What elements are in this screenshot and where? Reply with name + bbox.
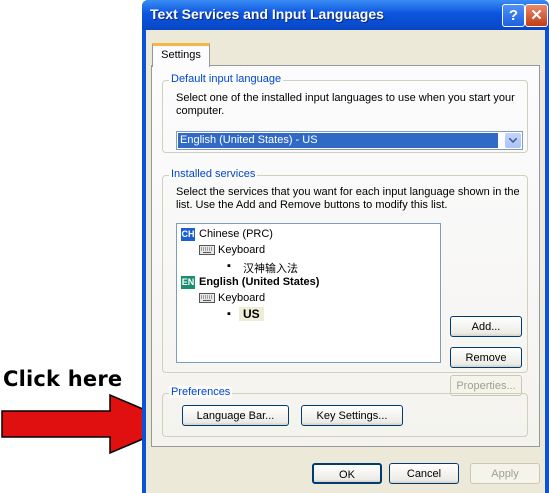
dialog-client: Settings Default input language Select o… [146, 30, 545, 493]
list-item-bullet: ▪ [227, 260, 231, 272]
close-icon: ✕ [530, 7, 543, 24]
list-item-chinese-ime[interactable]: 汉神输入法 [243, 260, 298, 276]
chevron-down-icon [509, 138, 517, 143]
ok-button[interactable]: OK [312, 463, 382, 484]
default-language-legend: Default input language [169, 73, 284, 85]
help-icon: ? [508, 7, 519, 24]
dialog-window: Text Services and Input Languages ? ✕ Se… [142, 0, 549, 493]
dropdown-button[interactable] [505, 133, 521, 148]
window-title: Text Services and Input Languages [150, 6, 384, 22]
list-item-chinese[interactable]: Chinese (PRC) [199, 228, 273, 240]
settings-panel: Default input language Select one of the… [151, 65, 540, 447]
tab-settings[interactable]: Settings [152, 43, 210, 67]
add-button[interactable]: Add... [450, 316, 522, 337]
click-here-annotation: Click here [3, 367, 123, 391]
list-item-keyboard-category: Keyboard [218, 244, 266, 256]
key-settings-button[interactable]: Key Settings... [301, 405, 403, 426]
installed-services-list[interactable]: CH Chinese (PRC) Keyboard ▪ 汉神输入法 EN Eng… [176, 223, 441, 363]
remove-button[interactable]: Remove [450, 347, 522, 368]
default-language-description: Select one of the installed input langua… [176, 92, 515, 117]
help-button[interactable]: ? [502, 4, 525, 27]
list-item-us-keyboard[interactable]: US [239, 307, 264, 321]
keyboard-icon [199, 293, 215, 303]
language-badge-en: EN [181, 276, 195, 289]
cancel-button[interactable]: Cancel [389, 463, 459, 484]
language-badge-ch: CH [181, 228, 195, 241]
list-item-english[interactable]: English (United States) [199, 276, 319, 288]
title-bar[interactable]: Text Services and Input Languages ? ✕ [142, 0, 549, 30]
keyboard-icon [199, 245, 215, 255]
apply-button[interactable]: Apply [470, 463, 540, 484]
installed-services-description: Select the services that you want for ea… [176, 186, 520, 211]
default-language-select[interactable]: English (United States) - US [176, 131, 523, 150]
list-item-keyboard-category: Keyboard [218, 292, 266, 304]
preferences-legend: Preferences [169, 386, 233, 398]
close-button[interactable]: ✕ [525, 4, 548, 27]
default-language-value: English (United States) - US [178, 133, 498, 148]
language-bar-button[interactable]: Language Bar... [182, 405, 289, 426]
list-item-bullet: ▪ [227, 308, 231, 320]
installed-services-legend: Installed services [169, 168, 258, 180]
